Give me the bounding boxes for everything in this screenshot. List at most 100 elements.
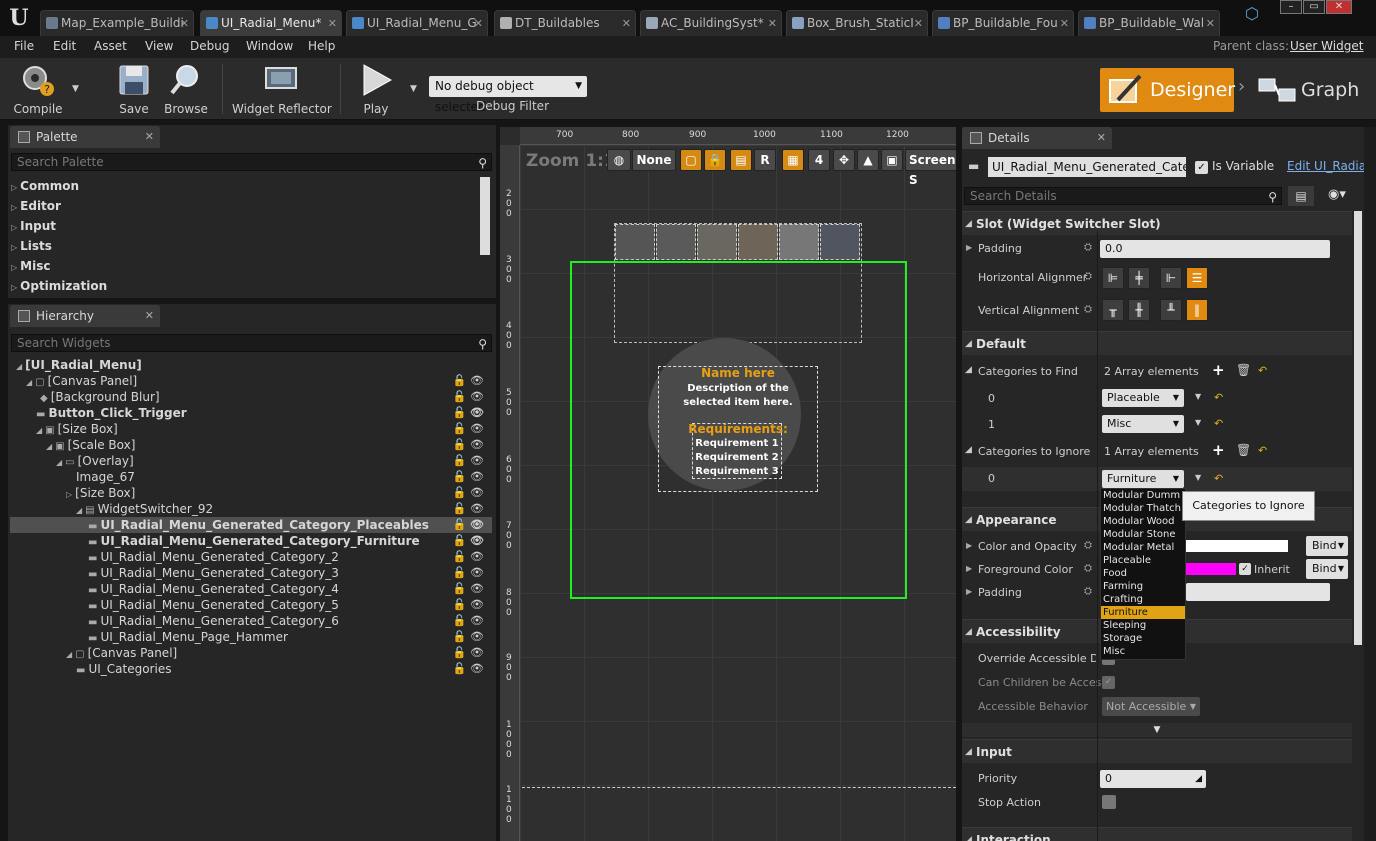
color-bind-button[interactable]: Bind ▼ bbox=[1306, 536, 1348, 556]
palette-tab[interactable]: Palette ✕ bbox=[10, 126, 160, 148]
expand-arrow-icon[interactable]: ◢ bbox=[66, 650, 72, 659]
expand-arrow-icon[interactable]: ▶ bbox=[966, 243, 972, 252]
compile-options-chevron-icon[interactable]: ▼ bbox=[72, 84, 79, 94]
editor-tab[interactable]: BP_Buildable_Fou ✕ bbox=[932, 10, 1074, 36]
hierarchy-row[interactable]: ▬ UI_Radial_Menu_Page_Hammer 🔓 👁 bbox=[10, 629, 492, 645]
close-icon[interactable]: ✕ bbox=[180, 11, 189, 36]
binding-icon[interactable]: ⛭ bbox=[1084, 304, 1092, 315]
hierarchy-search-input[interactable]: Search Widgets ⚲ bbox=[11, 334, 492, 352]
palette-category[interactable]: ▷ Input bbox=[11, 219, 56, 233]
screen-size-select[interactable]: Screen S bbox=[905, 149, 956, 187]
lock-visibility-icon[interactable]: 🔓 👁 bbox=[453, 533, 485, 549]
chevron-down-icon[interactable]: ▼ bbox=[1195, 418, 1201, 427]
expand-arrow-icon[interactable]: ▶ bbox=[966, 564, 972, 573]
outline-toggle-icon[interactable]: ▢ bbox=[680, 149, 702, 171]
expand-arrow-icon[interactable]: ◢ bbox=[26, 378, 32, 387]
close-window-button[interactable]: ✕ bbox=[1326, 0, 1352, 14]
move-icon[interactable]: ✥ bbox=[833, 149, 855, 171]
hierarchy-row[interactable]: ▬ UI_Radial_Menu_Generated_Category_2 🔓 👁 bbox=[10, 549, 492, 565]
details-tab[interactable]: Details ✕ bbox=[962, 127, 1112, 149]
v-align-center-icon[interactable]: ╫ bbox=[1128, 299, 1150, 321]
dropdown-option[interactable]: Modular Wood bbox=[1101, 515, 1185, 528]
editor-tab[interactable]: BP_Buildable_Wal ✕ bbox=[1078, 10, 1220, 36]
globe-icon[interactable]: ◍ bbox=[607, 149, 631, 171]
lock-visibility-icon[interactable]: 🔓 👁 bbox=[453, 613, 484, 629]
category-thumbnail[interactable] bbox=[615, 224, 655, 260]
chevron-down-icon[interactable]: ▼ bbox=[1195, 392, 1201, 401]
palette-scrollbar[interactable] bbox=[480, 177, 490, 255]
hierarchy-row[interactable]: Image_67 🔓 👁 bbox=[10, 469, 492, 485]
hierarchy-row[interactable]: ▬ UI_Radial_Menu_Generated_Category_Place… bbox=[10, 517, 492, 533]
category-find-0-select[interactable]: Placeable ▼ bbox=[1102, 389, 1184, 407]
expand-arrow-icon[interactable]: ◢ bbox=[56, 458, 62, 467]
h-align-left-icon[interactable]: ⊫ bbox=[1102, 267, 1124, 289]
reset-arrow-icon[interactable]: ↶ bbox=[1214, 472, 1223, 485]
localization-preview-select[interactable]: None bbox=[632, 149, 676, 171]
category-thumbnail[interactable] bbox=[820, 224, 860, 260]
collapse-arrow-icon[interactable]: ◢ bbox=[965, 445, 972, 455]
close-icon[interactable]: ✕ bbox=[622, 11, 631, 36]
layout-toggle-icon[interactable]: ▤ bbox=[730, 149, 752, 171]
lock-visibility-icon[interactable]: 🔓 👁 bbox=[453, 661, 484, 677]
lock-visibility-icon[interactable]: 🔓 👁 bbox=[453, 581, 484, 597]
binding-icon[interactable]: ⛭ bbox=[1084, 242, 1092, 253]
close-icon[interactable]: ✕ bbox=[474, 11, 483, 36]
v-align-top-icon[interactable]: ╥ bbox=[1102, 299, 1124, 321]
hierarchy-row[interactable]: ◢ ▢ [Canvas Panel] 🔓 👁 bbox=[10, 645, 492, 661]
trash-icon[interactable]: 🗑 bbox=[1236, 443, 1251, 457]
v-align-bottom-icon[interactable]: ╨ bbox=[1160, 299, 1182, 321]
parent-class-link[interactable]: User Widget bbox=[1290, 39, 1363, 53]
close-icon[interactable]: ✕ bbox=[328, 11, 337, 36]
close-icon[interactable]: ✕ bbox=[1097, 127, 1106, 149]
accessible-behavior-select[interactable]: Not Accessible ▼ bbox=[1102, 697, 1200, 716]
trash-icon[interactable]: 🗑 bbox=[1236, 363, 1251, 377]
lock-visibility-icon[interactable]: 🔓 👁 bbox=[453, 565, 484, 581]
expand-arrow-icon[interactable]: ◢ bbox=[46, 442, 52, 451]
browse-button[interactable]: Browse bbox=[162, 62, 210, 118]
property-matrix-icon[interactable]: ▤ bbox=[1288, 186, 1314, 206]
binding-icon[interactable]: ⛭ bbox=[1084, 586, 1092, 597]
dropdown-option[interactable]: Modular Thatch bbox=[1101, 502, 1185, 515]
expand-arrow-icon[interactable]: ◢ bbox=[16, 362, 22, 371]
minimize-button[interactable]: – bbox=[1280, 0, 1302, 14]
lock-visibility-icon[interactable]: 🔓 👁 bbox=[453, 629, 484, 645]
widget-name-input[interactable]: UI_Radial_Menu_Generated_Catego bbox=[988, 157, 1186, 177]
image-icon[interactable]: ▲ bbox=[857, 149, 879, 171]
close-icon[interactable]: ✕ bbox=[145, 126, 154, 148]
dropdown-option[interactable]: Food bbox=[1101, 567, 1185, 580]
lock-visibility-icon[interactable]: 🔓 👁 bbox=[453, 405, 485, 421]
h-align-fill-icon[interactable]: ☰ bbox=[1186, 267, 1208, 289]
category-thumbnail[interactable] bbox=[656, 224, 696, 260]
add-element-icon[interactable]: + bbox=[1212, 361, 1225, 379]
hierarchy-row[interactable]: ◢ [UI_Radial_Menu] bbox=[10, 357, 492, 373]
play-button[interactable]: Play bbox=[350, 62, 402, 118]
binding-icon[interactable]: ⛭ bbox=[1084, 271, 1092, 282]
editor-tab[interactable]: UI_Radial_Menu_G ✕ bbox=[346, 10, 488, 36]
hierarchy-row[interactable]: ▬ UI_Radial_Menu_Generated_Category_5 🔓 👁 bbox=[10, 597, 492, 613]
slot-section-header[interactable]: ◢ Slot (Widget Switcher Slot) bbox=[962, 211, 1352, 235]
dropdown-option[interactable]: Misc bbox=[1101, 645, 1185, 658]
hierarchy-row[interactable]: ▬ UI_Radial_Menu_Generated_Category_Furni… bbox=[10, 533, 492, 549]
edit-widget-link[interactable]: Edit UI_Radial_ bbox=[1287, 159, 1364, 173]
editor-tab[interactable]: UI_Radial_Menu* ✕ bbox=[200, 10, 342, 36]
editor-tab[interactable]: Map_Example_Buildi ✕ bbox=[40, 10, 194, 36]
hierarchy-tab[interactable]: Hierarchy ✕ bbox=[10, 305, 160, 327]
category-thumbnail[interactable] bbox=[738, 224, 778, 260]
hierarchy-row[interactable]: ▬ Button_Click_Trigger 🔓 👁 bbox=[10, 405, 492, 421]
stop-action-checkbox[interactable] bbox=[1102, 795, 1116, 809]
hierarchy-row[interactable]: ◢ ▤ WidgetSwitcher_92 🔓 👁 bbox=[10, 501, 492, 517]
appearance-padding-input[interactable] bbox=[1186, 583, 1330, 601]
category-dropdown-list[interactable]: Modular Dumm Modular Thatch Modular Wood Mo… bbox=[1100, 488, 1186, 660]
inherit-checkbox[interactable]: ✓ bbox=[1239, 563, 1251, 575]
dropdown-option[interactable]: Modular Stone bbox=[1101, 528, 1185, 541]
designer-mode-button[interactable]: Designer bbox=[1100, 68, 1235, 112]
respect-locks-button[interactable]: R bbox=[754, 149, 776, 171]
category-thumbnail[interactable] bbox=[779, 224, 819, 260]
dropdown-option[interactable]: Farming bbox=[1101, 580, 1185, 593]
editor-tab[interactable]: AC_BuildingSyst* ✕ bbox=[640, 10, 782, 36]
hierarchy-row[interactable]: ◆ [Background Blur] 🔓 👁 bbox=[10, 389, 492, 405]
lock-visibility-icon[interactable]: 🔓 👁 bbox=[453, 597, 484, 613]
close-icon[interactable]: ✕ bbox=[145, 305, 154, 327]
palette-category[interactable]: ▷ Misc bbox=[11, 259, 50, 273]
lock-visibility-icon[interactable]: 🔓 👁 bbox=[453, 517, 485, 533]
